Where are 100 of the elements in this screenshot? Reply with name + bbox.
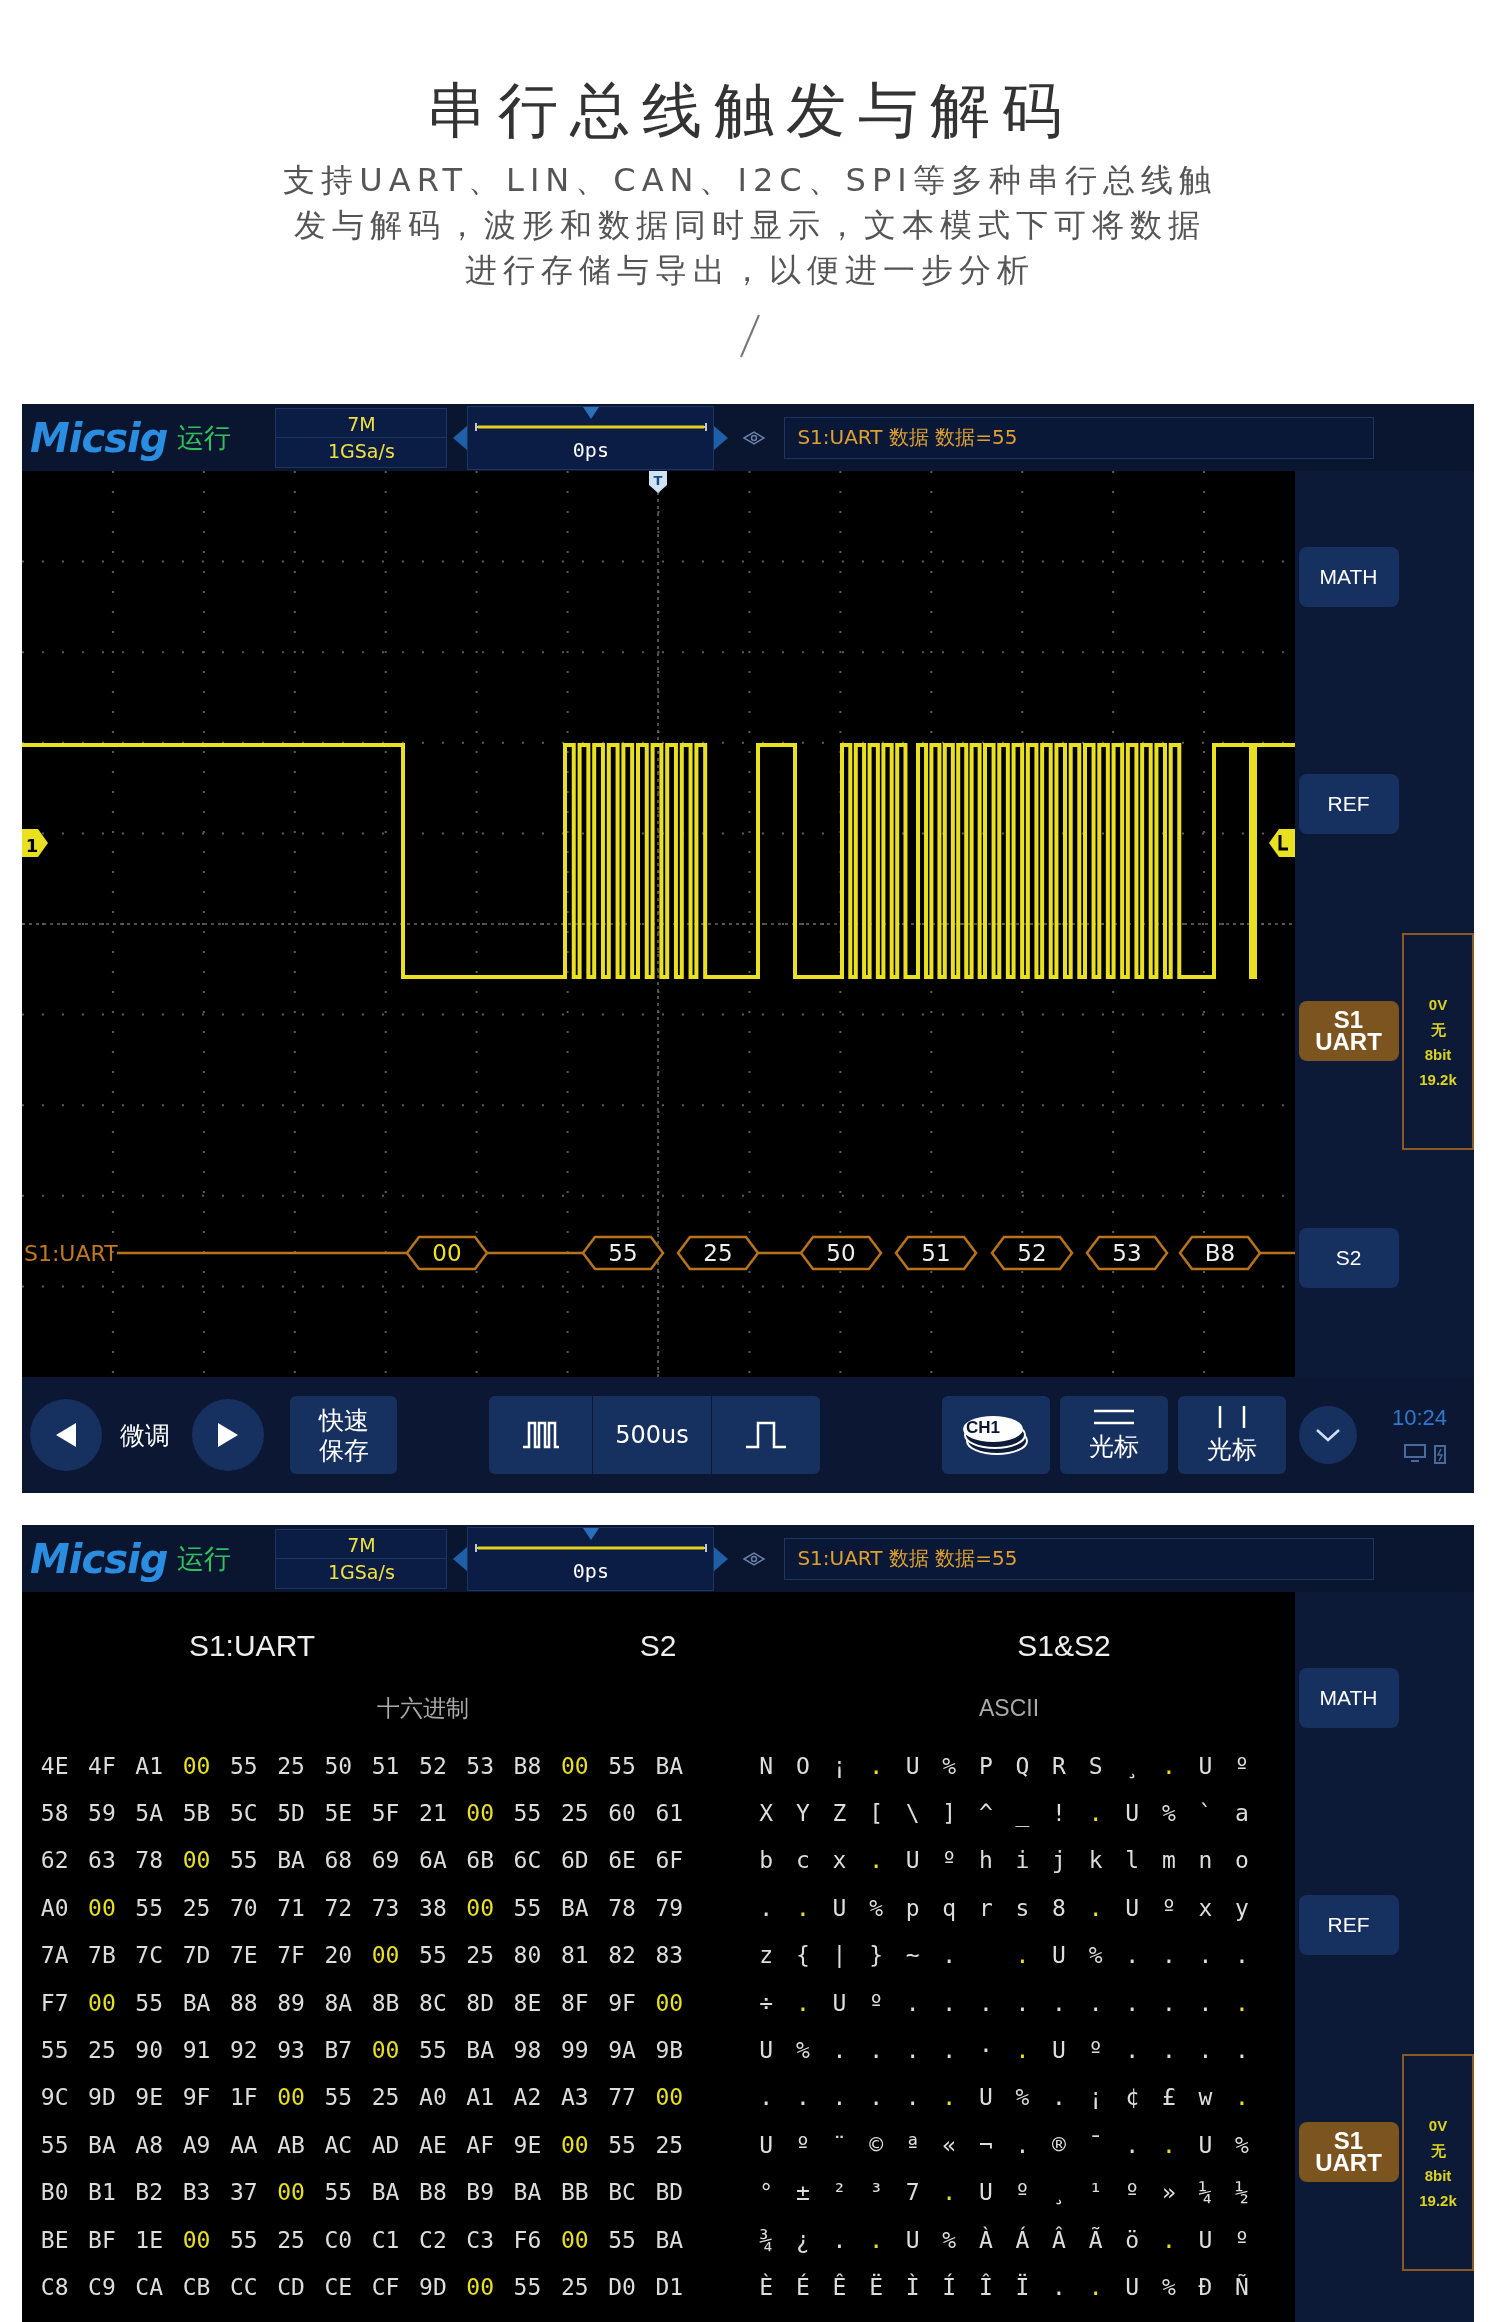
time-position-panel[interactable]: 0ps [467,405,715,470]
hex-byte: B9 [465,2179,495,2206]
ascii-char: ± [794,2179,811,2206]
hex-byte: 61 [654,1800,685,1827]
hex-byte: 00 [87,1989,117,2016]
hex-byte: 6A [418,1847,448,1874]
trigger-info[interactable]: S1:UART 数据 数据=55 [784,416,1375,459]
channel-button[interactable]: REF [1298,774,1399,834]
decode-value: 50 [799,1235,883,1271]
diamond-icon[interactable] [742,1550,767,1567]
hex-byte: 00 [654,1989,685,2016]
ascii-char: U [831,1989,848,2016]
ascii-char: º [868,1989,884,2016]
hex-byte: 55 [39,2037,70,2064]
hex-byte: B8 [418,2179,448,2206]
ascii-char: . [1160,1752,1177,1779]
hex-byte: BF [87,2226,117,2253]
hex-byte: 59 [87,1800,117,1827]
right-arrow-icon[interactable] [714,425,729,450]
hex-byte: 00 [181,1752,212,1779]
hex-byte: 55 [512,1800,543,1827]
hex-byte: BA [512,2179,543,2206]
hex-byte: 25 [276,1752,306,1779]
trigger-info[interactable]: S1:UART 数据 数据=55 [784,1537,1375,1580]
right-arrow-icon[interactable] [714,1546,729,1571]
hex-byte: 91 [181,2037,212,2064]
hex-byte: 8B [370,1989,401,2016]
run-status[interactable]: 运行 [177,1540,232,1577]
acquisition-panel[interactable]: 7M 1GSa/s [275,1528,448,1589]
hex-byte: 55 [323,2084,354,2111]
ascii-char: ½ [1234,2179,1250,2206]
ascii-char: N [758,1752,775,1779]
ascii-char: . [831,2037,848,2064]
ascii-char: . [1124,2131,1141,2158]
format-label: 十六进制 [377,1694,469,1723]
hex-byte: AC [323,2131,354,2158]
ascii-char: U [1197,1752,1214,1779]
trigger-marker[interactable]: T [649,471,667,493]
channel-marker[interactable]: 1 [22,829,48,857]
ascii-char: l [1124,1847,1141,1874]
hex-byte: 9F [181,2084,212,2111]
hex-byte: 73 [370,1894,401,1921]
hex-byte: AA [228,2131,259,2158]
hex-byte: 1E [134,2226,165,2253]
memory-depth: 7M [347,412,376,437]
channel-button[interactable]: S1 UART [1298,2122,1399,2182]
ascii-char: m [1160,1847,1177,1874]
quick-save-button[interactable]: 快速保存 [290,1396,397,1474]
right-triangle-icon [218,1423,238,1447]
ascii-char: ¨ [831,2131,848,2158]
hex-byte: 80 [512,1942,543,1969]
channel-button[interactable]: S2 [1298,1228,1399,1288]
hex-byte: 00 [276,2084,306,2111]
ascii-char: U [1051,2037,1067,2064]
hex-byte: 4F [87,1752,117,1779]
hex-byte: 8A [323,1989,354,2016]
hex-byte: 20 [323,1942,354,1969]
channel-button[interactable]: S1 UART [1298,1001,1399,1061]
ascii-char: . [1160,1942,1177,1969]
ascii-char: ¹ [1087,2179,1104,2206]
run-status[interactable]: 运行 [177,419,232,456]
diamond-icon[interactable] [742,429,767,446]
ascii-char: ¿ [794,2226,811,2253]
left-triangle-icon [56,1423,76,1447]
ascii-char: % [1160,2274,1177,2300]
channel-button[interactable]: REF [1298,1895,1399,1955]
hex-byte: CB [181,2274,212,2300]
hex-byte: 9E [134,2084,165,2111]
ascii-char: . [1087,2274,1104,2300]
hex-byte: 55 [134,1894,165,1921]
hex-byte: 7D [181,1942,212,1969]
bus-settings-panel[interactable]: 0V 无 8bit 19.2k [1402,2054,1474,2271]
acquisition-panel[interactable]: 7M 1GSa/s [275,407,448,468]
decode-value: 53 [1085,1235,1169,1271]
timebase-value[interactable]: 500us [593,1396,712,1474]
time-position-panel[interactable]: 0ps [467,1526,715,1591]
ascii-char: º [1014,2179,1031,2206]
ascii-char: } [868,1942,884,1969]
decode-value: 00 [405,1235,489,1271]
ascii-char: . [1014,2037,1031,2064]
hex-byte: 62 [39,1847,70,1874]
trigger-level-icon[interactable] [1269,829,1295,857]
single-pulse-icon [744,1421,788,1449]
hex-byte: 9E [512,2131,543,2158]
ascii-char: · [977,2037,994,2064]
left-arrow-icon[interactable] [453,1546,468,1571]
ascii-char: À [977,2226,994,2253]
ascii-char: . [831,2084,848,2111]
bus-settings-panel[interactable]: 0V 无 8bit 19.2k [1402,933,1474,1150]
hex-byte: 9D [87,2084,117,2111]
channel-button[interactable]: MATH [1298,1668,1399,1728]
left-arrow-icon[interactable] [453,425,468,450]
hex-byte: 38 [418,1894,448,1921]
channel-button[interactable]: MATH [1298,547,1399,607]
horizontal-cursor-button[interactable]: 光标 [1060,1396,1168,1474]
vertical-cursor-button[interactable]: 光标 [1178,1396,1286,1474]
sample-rate: 1GSa/s [276,1558,447,1585]
ascii-char: \ [904,1800,921,1827]
ascii-char: . [941,1942,958,1969]
channel-select-button[interactable]: CH1 [942,1396,1050,1474]
